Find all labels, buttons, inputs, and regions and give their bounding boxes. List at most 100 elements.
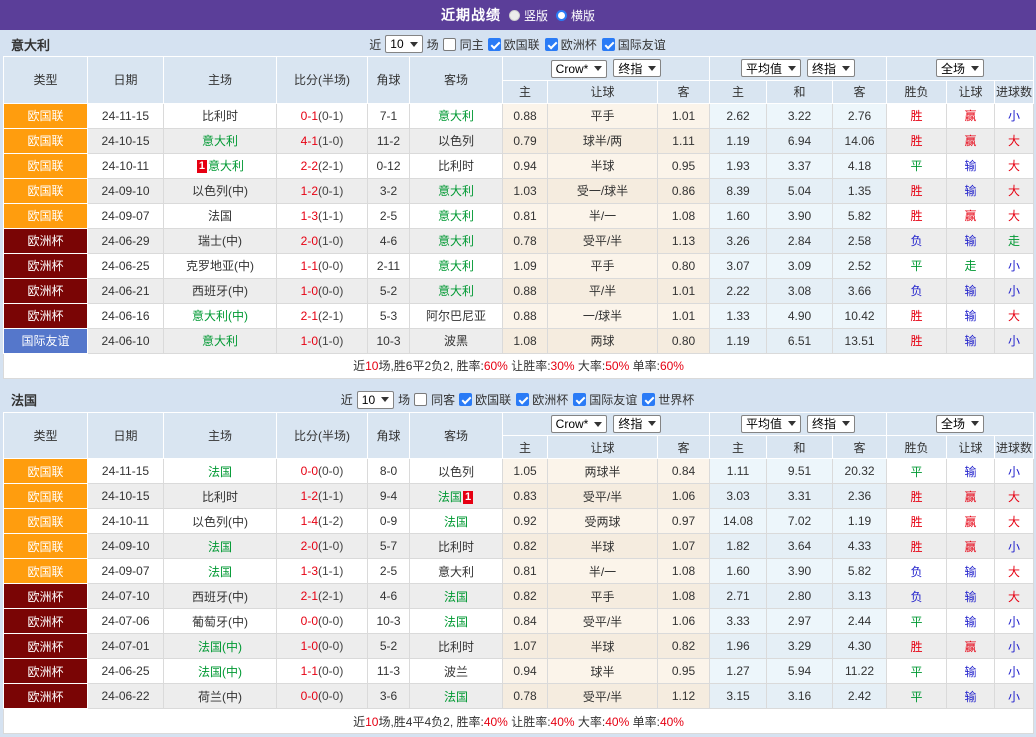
corner-cell: 5-3 [368,303,410,328]
league-filter-checkbox[interactable] [488,38,501,51]
team-label: 意大利 [438,109,474,123]
competition-badge: 欧国联 [4,178,88,203]
odds-handicap: 受一/球半 [548,178,658,203]
away-team-cell: 意大利 [410,228,503,253]
final-odds-select[interactable]: 终指 [613,59,661,77]
radio-unselected-icon[interactable] [556,10,567,21]
avg-away: 5.82 [833,559,887,584]
avg-away: 10.42 [833,303,887,328]
team-label: 以色列 [438,134,474,148]
match-date: 24-10-11 [88,153,164,178]
result-goals: 小 [995,659,1034,684]
odds-handicap: 一/球半 [548,303,658,328]
sub-col-header: 主 [710,436,767,459]
odds-home: 1.05 [503,459,548,484]
match-date: 24-07-10 [88,584,164,609]
league-filter-checkbox[interactable] [459,393,472,406]
league-filter-checkbox[interactable] [642,393,655,406]
halftime-score: (0-0) [318,614,343,628]
result-handicap: 输 [947,278,995,303]
home-team-cell: 以色列(中) [164,178,277,203]
odds-home: 0.88 [503,103,548,128]
same-venue-checkbox[interactable] [443,38,456,51]
halftime-score: (2-1) [318,159,343,173]
fulltime-score: 1-0 [301,639,318,653]
match-date: 24-07-01 [88,634,164,659]
home-team-cell: 西班牙(中) [164,278,277,303]
fulltime-score: 1-1 [301,259,318,273]
score-cell: 2-1(2-1) [277,584,368,609]
team-label: 法国 [208,540,232,554]
odds-handicap: 平手 [548,253,658,278]
result-outcome: 负 [887,559,947,584]
score-cell: 1-0(0-0) [277,278,368,303]
bookmaker-select[interactable]: Crow* [551,60,608,78]
avg-draw: 5.04 [767,178,833,203]
sub-col-header: 客 [833,436,887,459]
team-label: 意大利 [438,284,474,298]
league-filter-checkbox[interactable] [573,393,586,406]
odds-home: 0.78 [503,228,548,253]
league-filter-checkbox[interactable] [516,393,529,406]
odds-handicap: 半/一 [548,559,658,584]
match-scope-select[interactable]: 全场 [936,415,984,433]
same-venue-checkbox[interactable] [414,393,427,406]
layout-radio-horizontal[interactable]: 横版 [556,7,595,24]
team-label: 以色列(中) [192,184,248,198]
recent-count-select[interactable]: 10 [357,391,394,409]
average-select[interactable]: 平均值 [741,59,801,77]
result-goals: 小 [995,534,1034,559]
filter-controls: 近10场同客欧国联欧洲杯国际友谊世界杯 [340,391,696,409]
radio-selected-icon[interactable] [509,10,520,21]
match-row: 欧洲杯24-06-25克罗地亚(中)1-1(0-0)2-11意大利1.09平手0… [4,253,1034,278]
avg-home: 1.82 [710,534,767,559]
halftime-score: (0-0) [318,259,343,273]
team-label: 比利时 [438,540,474,554]
odds-handicap: 平手 [548,584,658,609]
odds-away: 0.95 [658,153,710,178]
result-outcome: 胜 [887,178,947,203]
match-row: 欧国联24-10-111意大利2-2(2-1)0-12比利时0.94半球0.95… [4,153,1034,178]
odds-away: 0.84 [658,459,710,484]
away-team-cell: 比利时 [410,534,503,559]
result-handicap: 输 [947,228,995,253]
odds-home: 1.07 [503,634,548,659]
score-cell: 1-3(1-1) [277,203,368,228]
sub-col-header: 让球 [548,80,658,103]
odds-source-group: Crow* 终指 [503,412,710,436]
competition-badge: 欧国联 [4,128,88,153]
sub-col-header: 主 [503,80,548,103]
average-select[interactable]: 平均值 [741,415,801,433]
recent-count-select[interactable]: 10 [385,35,422,53]
rank-badge: 1 [463,491,473,504]
league-filter-checkbox[interactable] [602,38,615,51]
final-odds-select[interactable]: 终指 [807,59,855,77]
bookmaker-select[interactable]: Crow* [551,415,608,433]
corner-cell: 0-9 [368,509,410,534]
home-team-cell: 荷兰(中) [164,684,277,709]
result-handicap: 赢 [947,203,995,228]
layout-radio-vertical[interactable]: 竖版 [509,7,548,24]
corner-cell: 9-4 [368,484,410,509]
league-filter-checkbox[interactable] [545,38,558,51]
result-outcome: 平 [887,609,947,634]
result-outcome: 胜 [887,534,947,559]
avg-away: 1.35 [833,178,887,203]
team-label: 比利时 [202,490,238,504]
avg-away: 3.66 [833,278,887,303]
match-scope-select[interactable]: 全场 [936,59,984,77]
match-row: 欧国联24-11-15法国0-0(0-0)8-0以色列1.05两球半0.841.… [4,459,1034,484]
odds-source-group: Crow* 终指 [503,57,710,81]
odds-away: 1.06 [658,609,710,634]
radio-horizontal-label: 横版 [571,7,595,24]
away-team-cell: 法国 [410,509,503,534]
halftime-score: (1-0) [318,134,343,148]
avg-draw: 3.08 [767,278,833,303]
recent-label: 近 [341,391,353,408]
col-header: 角球 [368,412,410,459]
final-odds-select[interactable]: 终指 [613,415,661,433]
corner-cell: 8-0 [368,459,410,484]
final-odds-select[interactable]: 终指 [807,415,855,433]
avg-away: 11.22 [833,659,887,684]
col-header: 客场 [410,412,503,459]
